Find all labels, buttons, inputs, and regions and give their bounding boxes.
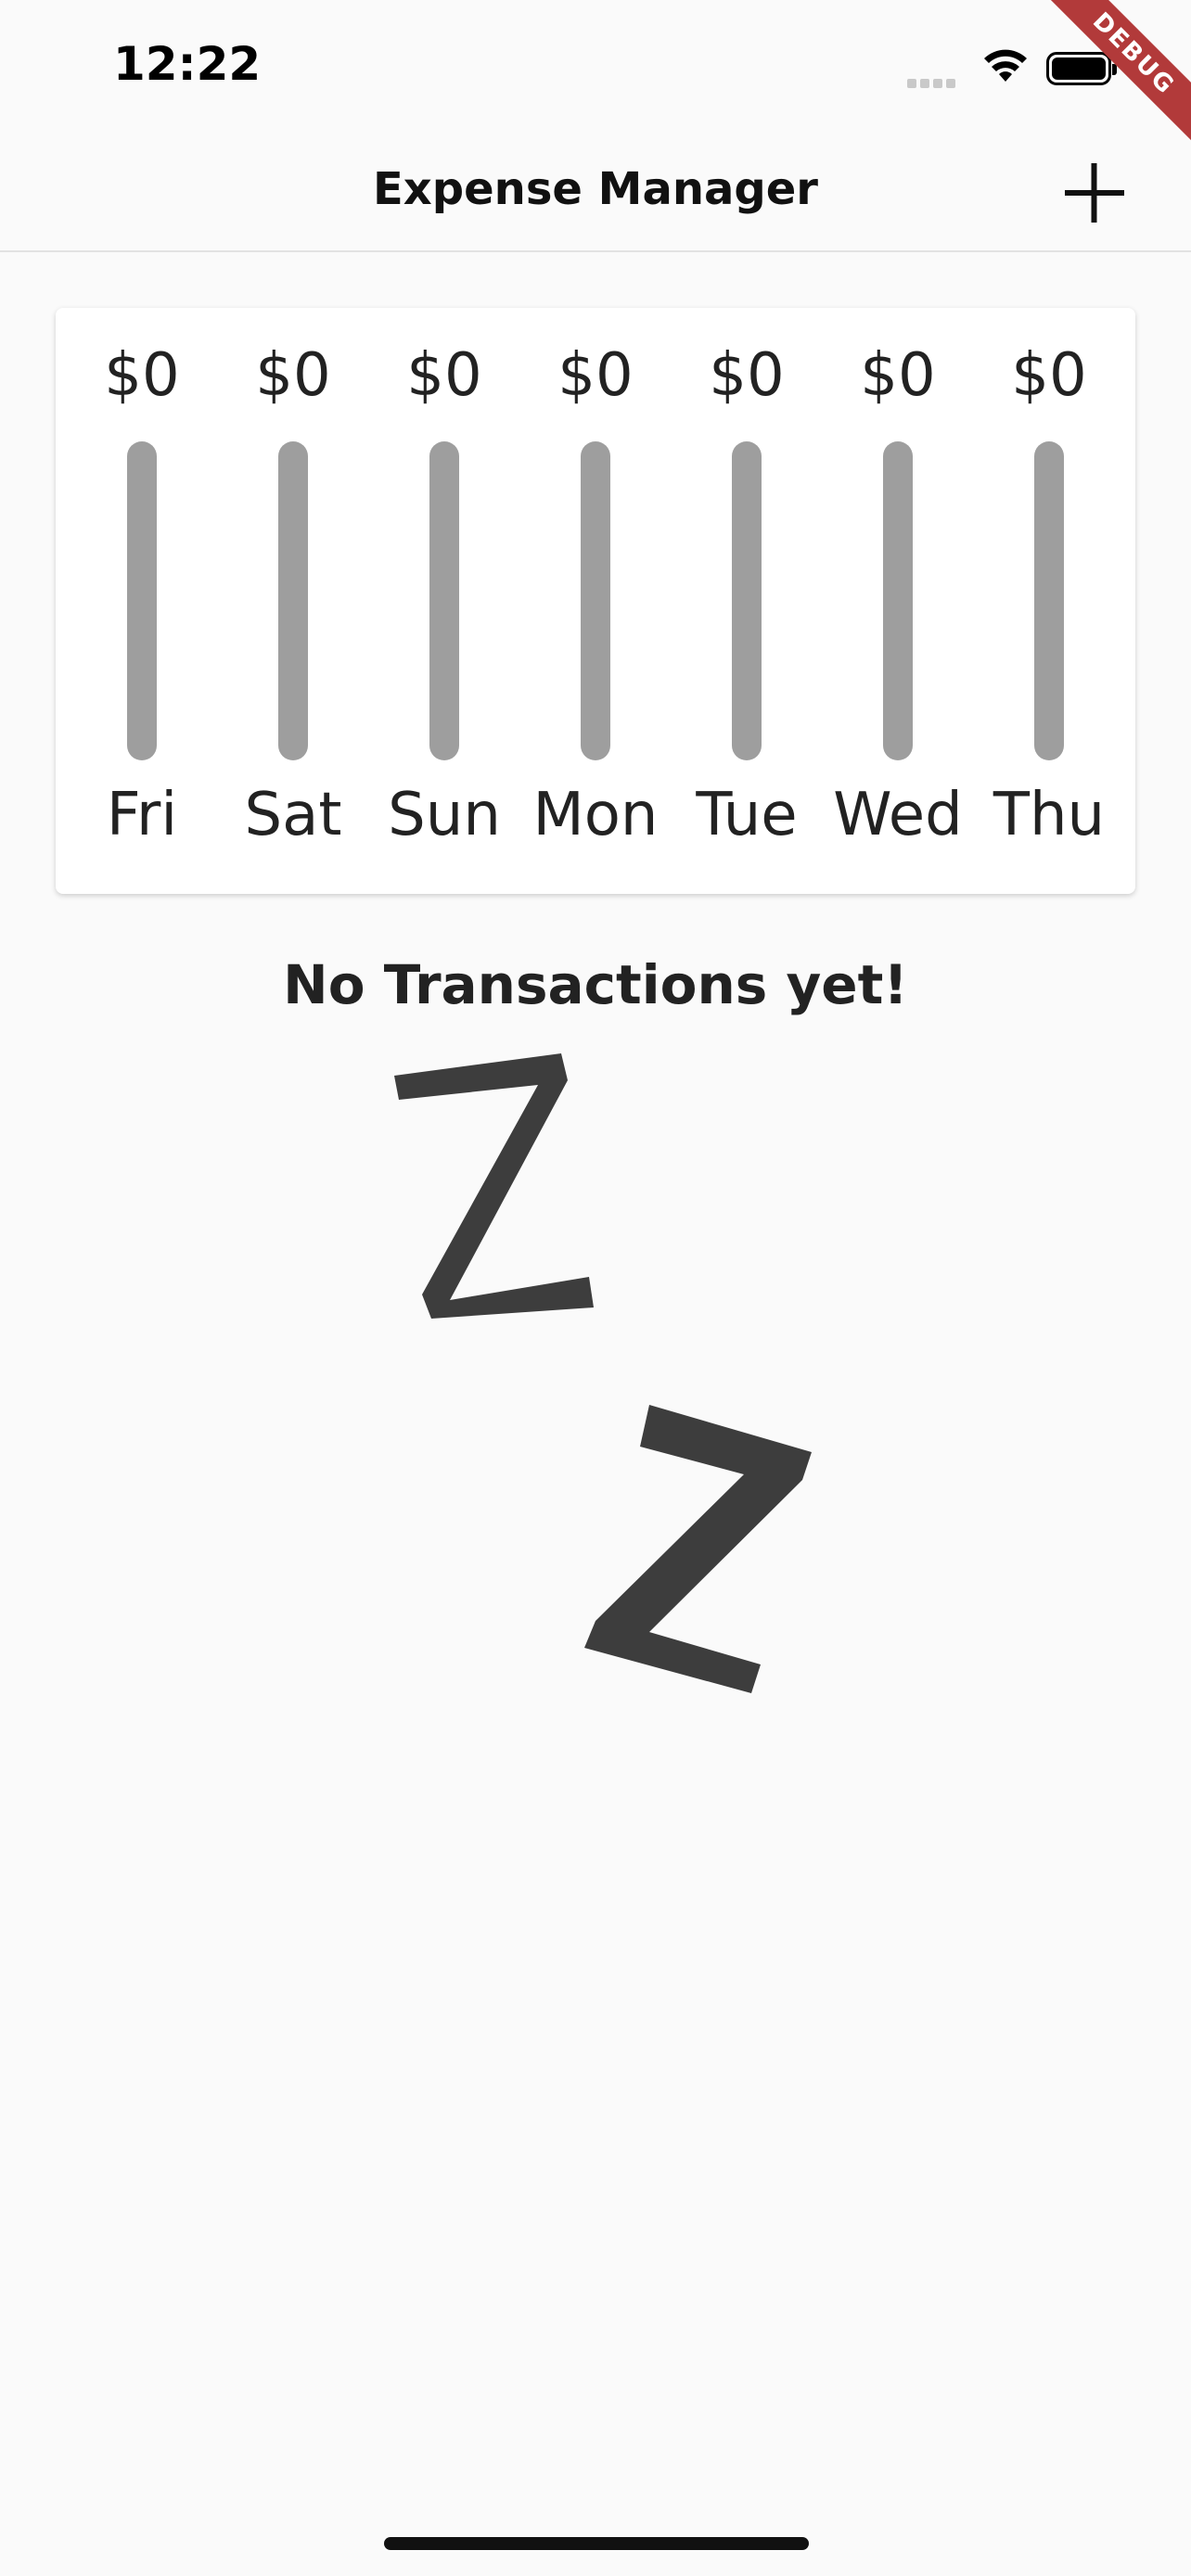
chart-amount-label: $0 xyxy=(1011,341,1087,410)
chart-amount-label: $0 xyxy=(557,341,634,410)
weekly-chart-card: $0 Fri $0 Sat $0 Sun $0 Mon $0 Tue $0 Wed $0 Thu xyxy=(56,308,1135,894)
chart-bar xyxy=(883,441,913,760)
chart-column-tue: $0 Tue xyxy=(673,308,820,894)
chart-bar xyxy=(732,441,762,760)
chart-bar xyxy=(278,441,308,760)
chart-bar xyxy=(429,441,459,760)
cellular-signal-icon xyxy=(907,74,963,88)
chart-column-sun: $0 Sun xyxy=(371,308,518,894)
chart-day-label: Sun xyxy=(388,781,501,849)
chart-amount-label: $0 xyxy=(255,341,331,410)
chart-amount-label: $0 xyxy=(709,341,785,410)
chart-day-label: Tue xyxy=(696,781,798,849)
chart-amount-label: $0 xyxy=(406,341,482,410)
chart-day-label: Mon xyxy=(532,781,659,849)
chart-day-label: Fri xyxy=(106,781,178,849)
home-indicator[interactable] xyxy=(384,2537,809,2550)
battery-icon xyxy=(1046,52,1117,85)
chart-column-fri: $0 Fri xyxy=(69,308,215,894)
wifi-icon xyxy=(984,49,1027,82)
empty-state-title: No Transactions yet! xyxy=(283,953,908,1016)
chart-amount-label: $0 xyxy=(860,341,936,410)
chart-column-sat: $0 Sat xyxy=(220,308,366,894)
chart-day-label: Thu xyxy=(992,781,1106,849)
app-title: Expense Manager xyxy=(373,163,818,215)
chart-column-mon: $0 Mon xyxy=(522,308,669,894)
status-bar: 12:22 xyxy=(0,0,1191,130)
app-screen: 12:22 DEBUG Expense Manager $0 Fri $0 Sat $0… xyxy=(0,0,1191,2576)
app-bar: Expense Manager xyxy=(0,130,1191,252)
plus-icon xyxy=(1065,163,1124,223)
chart-bar xyxy=(127,441,157,760)
chart-bar xyxy=(1034,441,1064,760)
chart-day-label: Wed xyxy=(833,781,963,849)
add-transaction-button[interactable] xyxy=(1057,156,1132,230)
chart-column-wed: $0 Wed xyxy=(825,308,971,894)
chart-day-label: Sat xyxy=(244,781,342,849)
chart-amount-label: $0 xyxy=(104,341,180,410)
sleeping-zzz-image xyxy=(394,1053,812,1693)
weekly-chart: $0 Fri $0 Sat $0 Sun $0 Mon $0 Tue $0 Wed $0 Thu xyxy=(69,308,1122,894)
status-time: 12:22 xyxy=(113,37,262,91)
chart-bar xyxy=(581,441,610,760)
chart-column-thu: $0 Thu xyxy=(976,308,1122,894)
